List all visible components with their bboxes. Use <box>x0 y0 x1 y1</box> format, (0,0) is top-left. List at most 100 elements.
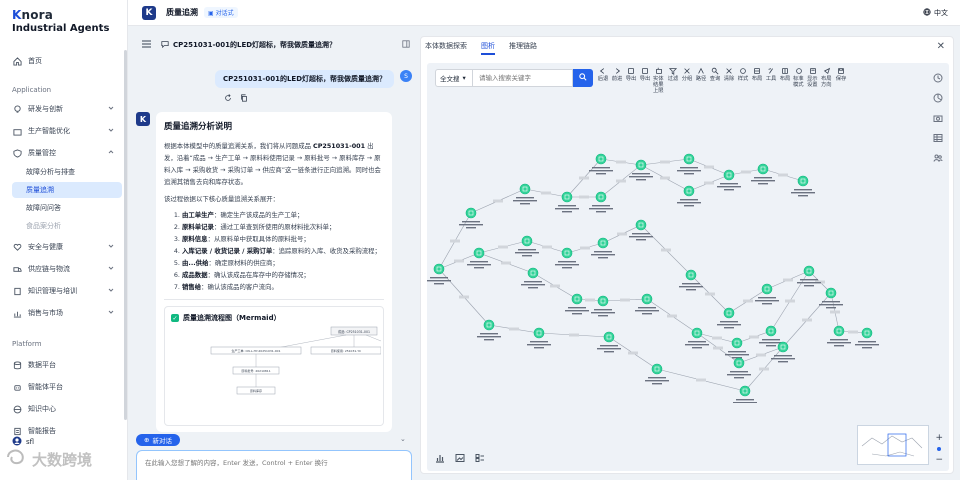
graph-node[interactable] <box>555 247 579 269</box>
graph-node[interactable] <box>635 293 659 315</box>
graph-node[interactable] <box>527 327 551 349</box>
graph-node[interactable] <box>791 175 815 197</box>
graph-tool-button[interactable]: 布局 <box>751 67 763 94</box>
graph-node-caption <box>520 203 530 205</box>
search-button[interactable] <box>573 69 593 87</box>
new-chat-button[interactable]: ⊕ 新对话 <box>136 434 180 446</box>
sidebar-subitem-fault-analysis[interactable]: 故障分析与排查 <box>12 164 122 180</box>
graph-node[interactable] <box>733 385 757 403</box>
graph-node-caption <box>629 176 653 178</box>
sidebar-item-supply-chain[interactable]: 供应链与物流 <box>0 260 126 278</box>
graph-tool-button[interactable]: 标准模式 <box>793 67 805 94</box>
graph-node[interactable] <box>555 191 579 213</box>
camera-icon[interactable] <box>933 113 943 125</box>
graph-node[interactable] <box>565 293 589 315</box>
graph-tool-button[interactable]: 后退 <box>597 67 609 94</box>
graph-tool-button[interactable]: 布局方向 <box>821 67 833 94</box>
graph-tool-button[interactable]: 实体结果上限 <box>653 67 665 94</box>
graph-canvas[interactable]: 全文搜▾ 后退前进导出导出实体结果上限过滤分组路径查询清除样式布局工具布局标准模… <box>427 63 949 471</box>
graph-tool-button[interactable]: 清除 <box>723 67 735 94</box>
graph-tool-button[interactable]: 工具 <box>765 67 777 94</box>
tab-graph[interactable]: 图析 <box>481 41 495 55</box>
graph-tool-button[interactable]: 过滤 <box>667 67 679 94</box>
tab-reasoning-chain[interactable]: 推理链路 <box>509 41 537 55</box>
graph-tool-button[interactable]: 前进 <box>611 67 623 94</box>
zoom-out-icon[interactable]: − <box>935 455 943 465</box>
graph-node-caption <box>686 289 696 291</box>
graph-node[interactable] <box>427 263 451 285</box>
zoom-in-icon[interactable]: + <box>935 433 943 443</box>
graph-node[interactable] <box>751 163 775 185</box>
graph-node[interactable] <box>677 153 701 175</box>
pie-icon[interactable] <box>933 93 943 105</box>
user-profile[interactable]: sfl <box>12 436 34 448</box>
sidebar-item-safety[interactable]: 安全与健康 <box>0 238 126 256</box>
graph-node[interactable] <box>513 183 537 205</box>
sidebar-item-agent-platform[interactable]: 智能体平台 <box>0 378 126 396</box>
sidebar-item-knowledge-center[interactable]: 知识中心 <box>0 400 126 418</box>
users-icon[interactable] <box>933 153 943 165</box>
graph-node[interactable] <box>645 363 669 385</box>
graph-node[interactable] <box>629 219 653 241</box>
graph-node[interactable] <box>591 237 615 259</box>
graph-node[interactable] <box>459 207 483 229</box>
chat-input[interactable] <box>145 457 375 477</box>
graph-minimap[interactable] <box>857 425 929 465</box>
sidebar-subitem-food-case[interactable]: 食品案分析 <box>12 218 122 234</box>
graph-tool-button[interactable]: 显示设置 <box>807 67 819 94</box>
graph-tool-button[interactable]: 布局 <box>779 67 791 94</box>
sidebar-item-knowledge[interactable]: 知识管理与培训 <box>0 282 126 300</box>
menu-icon[interactable] <box>142 40 151 50</box>
graph-node[interactable] <box>679 269 703 291</box>
graph-search-input[interactable] <box>473 69 573 87</box>
graph-tool-button[interactable]: 分组 <box>681 67 693 94</box>
graph-node[interactable] <box>677 185 701 207</box>
sidebar-item-production[interactable]: 生产智能优化 <box>0 122 126 140</box>
graph-node[interactable] <box>477 319 501 341</box>
graph-tool-button[interactable]: 导出 <box>625 67 637 94</box>
graph-node[interactable] <box>717 169 741 191</box>
sidebar-item-quality[interactable]: 质量管控 <box>0 144 126 162</box>
graph-tool-button[interactable]: 查询 <box>709 67 721 94</box>
graph-tool-button[interactable]: 路径 <box>695 67 707 94</box>
graph-node[interactable] <box>685 327 709 349</box>
graph-node[interactable] <box>717 307 741 329</box>
graph-node-caption <box>434 283 444 285</box>
close-icon[interactable]: ✕ <box>937 41 945 52</box>
graph-node[interactable] <box>629 159 653 181</box>
scroll-down-icon[interactable]: ⌄ <box>400 435 406 443</box>
refresh-icon[interactable] <box>224 94 232 104</box>
sidebar-subitem-quality-trace[interactable]: 质量追溯 <box>12 182 122 198</box>
knowledge-graph[interactable] <box>427 93 897 403</box>
tab-ontology-explore[interactable]: 本体数据探索 <box>425 41 467 55</box>
sidebar-toggle-icon[interactable] <box>402 40 410 50</box>
sidebar-item-data-platform[interactable]: 数据平台 <box>0 356 126 374</box>
graph-node[interactable] <box>855 327 879 349</box>
layout-icon[interactable] <box>475 453 485 465</box>
graph-node[interactable] <box>589 191 613 213</box>
graph-tool-button[interactable]: 导出 <box>639 67 651 94</box>
bar-chart-icon[interactable] <box>435 453 445 465</box>
search-scope-select[interactable]: 全文搜 ▾ <box>435 69 473 87</box>
graph-node[interactable] <box>727 357 751 379</box>
graph-node-caption <box>730 371 748 373</box>
clock-icon[interactable] <box>933 73 943 85</box>
sidebar-scrollbar[interactable] <box>124 50 127 420</box>
graph-node-caption <box>534 347 544 349</box>
graph-node[interactable] <box>797 265 821 287</box>
graph-node[interactable] <box>827 325 851 347</box>
language-switcher[interactable]: 中文 <box>923 8 948 18</box>
sidebar-item-sales[interactable]: 销售与市场 <box>0 304 126 322</box>
sidebar-item-home[interactable]: 首页 <box>0 52 126 70</box>
graph-node[interactable] <box>819 287 843 309</box>
image-export-icon[interactable] <box>455 453 465 465</box>
graph-node[interactable] <box>589 153 613 175</box>
copy-icon[interactable] <box>240 94 248 104</box>
graph-tool-button[interactable]: 保存 <box>835 67 847 94</box>
table-icon[interactable] <box>933 133 943 145</box>
graph-node[interactable] <box>515 235 539 257</box>
graph-tool-button[interactable]: 样式 <box>737 67 749 94</box>
sidebar-subitem-fault-qa[interactable]: 故障问问答 <box>12 200 122 216</box>
graph-node[interactable] <box>597 331 621 353</box>
sidebar-item-rnd[interactable]: 研发与创新 <box>0 100 126 118</box>
